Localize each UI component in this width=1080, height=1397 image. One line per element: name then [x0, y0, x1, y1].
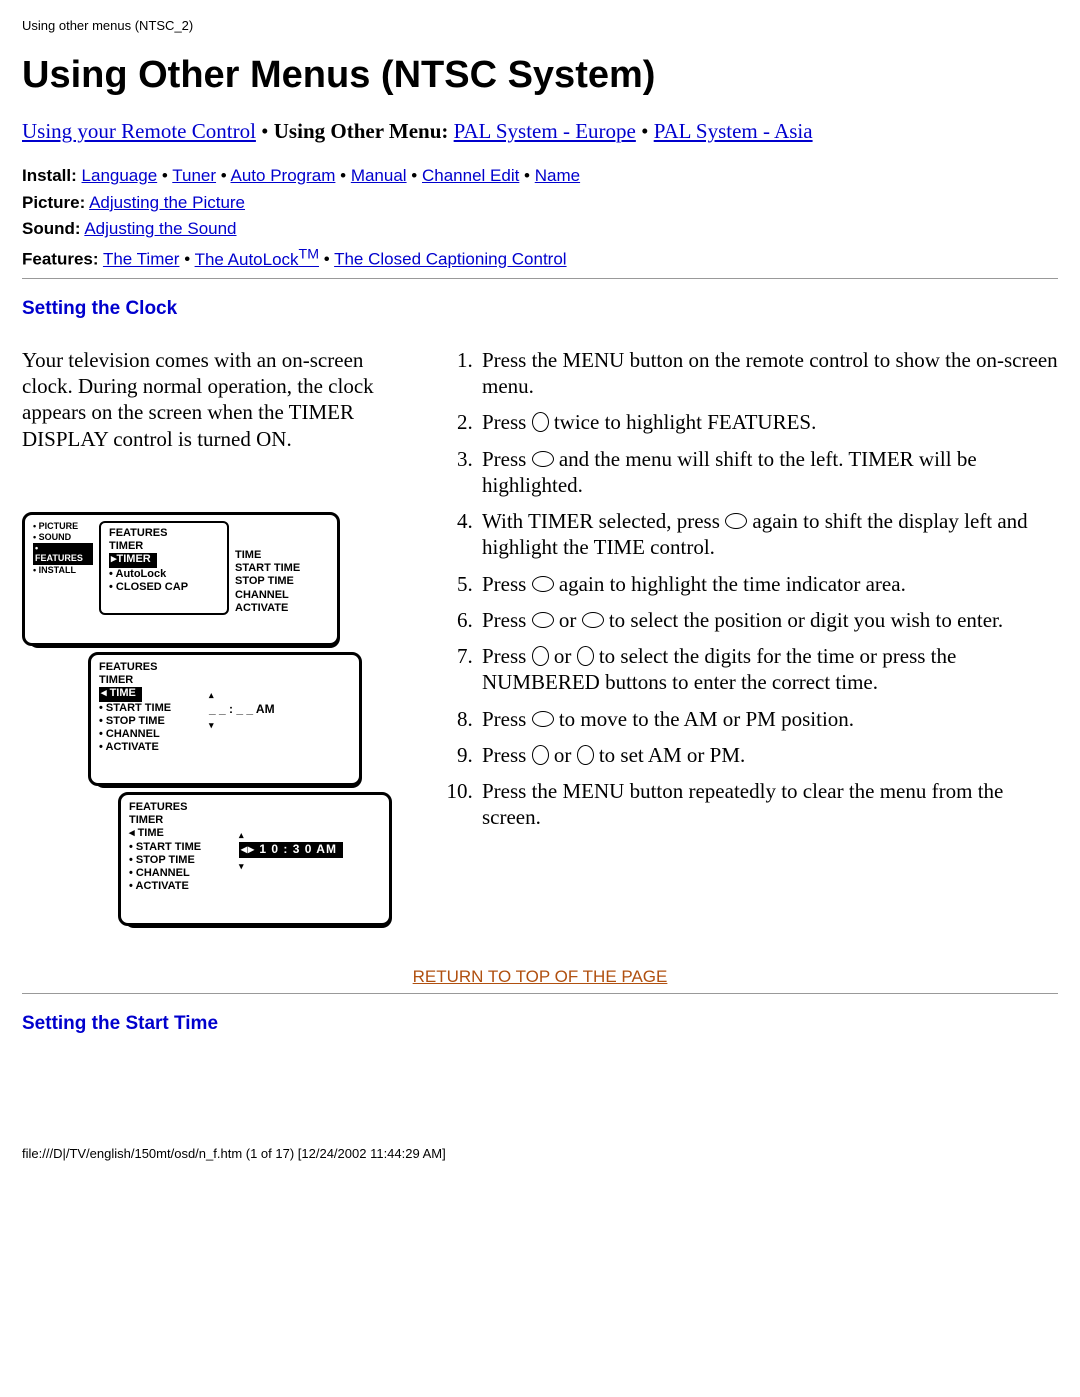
section-heading-setting-clock: Setting the Clock [22, 297, 1058, 321]
cursor-up-icon [532, 745, 549, 765]
picture-links-row: Picture: Adjusting the Picture [22, 191, 1058, 216]
step-item: Press or to select the position or digit… [478, 607, 1058, 633]
clock-content-row: Your television comes with an on-screen … [22, 347, 1058, 952]
step-item: With TIMER selected, press again to shif… [478, 508, 1058, 561]
bullet-separator: • [261, 119, 274, 143]
clock-intro-text: Your television comes with an on-screen … [22, 347, 402, 452]
page-title: Using Other Menus (NTSC System) [22, 52, 1058, 100]
link-the-timer[interactable]: The Timer [103, 250, 180, 269]
link-adjusting-sound[interactable]: Adjusting the Sound [84, 219, 236, 238]
link-return-to-top[interactable]: RETURN TO TOP OF THE PAGE [413, 967, 668, 986]
link-closed-captioning[interactable]: The Closed Captioning Control [334, 250, 566, 269]
step-item: Press the MENU button on the remote cont… [478, 347, 1058, 400]
osd-panel-2: FEATURES TIMER ◂ TIME • START TIME • STO… [88, 652, 362, 786]
link-name[interactable]: Name [535, 166, 580, 185]
cursor-left-icon [532, 612, 554, 628]
bullet-separator: • [641, 119, 654, 143]
features-label: Features: [22, 250, 99, 269]
cursor-right-icon [725, 513, 747, 529]
step-item: Press or to select the digits for the ti… [478, 643, 1058, 696]
cursor-right-icon [532, 711, 554, 727]
footer-path: file:///D|/TV/english/150mt/osd/n_f.htm … [22, 1146, 1058, 1162]
step-item: Press again to highlight the time indica… [478, 571, 1058, 597]
link-remote-control[interactable]: Using your Remote Control [22, 119, 256, 143]
clock-steps-list: Press the MENU button on the remote cont… [426, 347, 1058, 831]
cursor-down-icon [577, 646, 594, 666]
cursor-down-icon [577, 745, 594, 765]
sound-label: Sound: [22, 219, 81, 238]
cursor-down-icon [532, 412, 549, 432]
divider [22, 278, 1058, 279]
link-the-autolock[interactable]: The AutoLockTM [195, 250, 319, 269]
divider [22, 993, 1058, 994]
cursor-right-icon [532, 451, 554, 467]
cursor-right-icon [582, 612, 604, 628]
cursor-up-icon [532, 646, 549, 666]
section-heading-setting-start-time: Setting the Start Time [22, 1012, 1058, 1036]
step-item: Press the MENU button repeatedly to clea… [478, 778, 1058, 831]
step-item: Press to move to the AM or PM position. [478, 706, 1058, 732]
step-item: Press and the menu will shift to the lef… [478, 446, 1058, 499]
install-label: Install: [22, 166, 77, 185]
link-adjusting-picture[interactable]: Adjusting the Picture [89, 193, 245, 212]
step-item: Press or to set AM or PM. [478, 742, 1058, 768]
link-pal-asia[interactable]: PAL System - Asia [654, 119, 813, 143]
install-links-row: Install: Language • Tuner • Auto Program… [22, 164, 1058, 189]
link-channel-edit[interactable]: Channel Edit [422, 166, 519, 185]
osd-diagram: • PICTURE • SOUND • FEATURES • INSTALL F… [22, 512, 402, 952]
picture-label: Picture: [22, 193, 85, 212]
osd-panel-1: • PICTURE • SOUND • FEATURES • INSTALL F… [22, 512, 340, 646]
link-language[interactable]: Language [82, 166, 158, 185]
cursor-right-icon [532, 576, 554, 592]
link-pal-europe[interactable]: PAL System - Europe [454, 119, 636, 143]
breadcrumb: Using other menus (NTSC_2) [22, 18, 1058, 34]
step-item: Press twice to highlight FEATURES. [478, 409, 1058, 435]
sound-links-row: Sound: Adjusting the Sound [22, 217, 1058, 242]
link-auto-program[interactable]: Auto Program [231, 166, 336, 185]
osd-panel-3: FEATURES TIMER ◂ TIME • START TIME • STO… [118, 792, 392, 926]
link-manual[interactable]: Manual [351, 166, 407, 185]
link-tuner[interactable]: Tuner [172, 166, 216, 185]
top-navigation-links: Using your Remote Control • Using Other … [22, 118, 1058, 144]
using-other-menu-label: Using Other Menu: [274, 119, 449, 143]
features-links-row: Features: The Timer • The AutoLockTM • T… [22, 244, 1058, 272]
